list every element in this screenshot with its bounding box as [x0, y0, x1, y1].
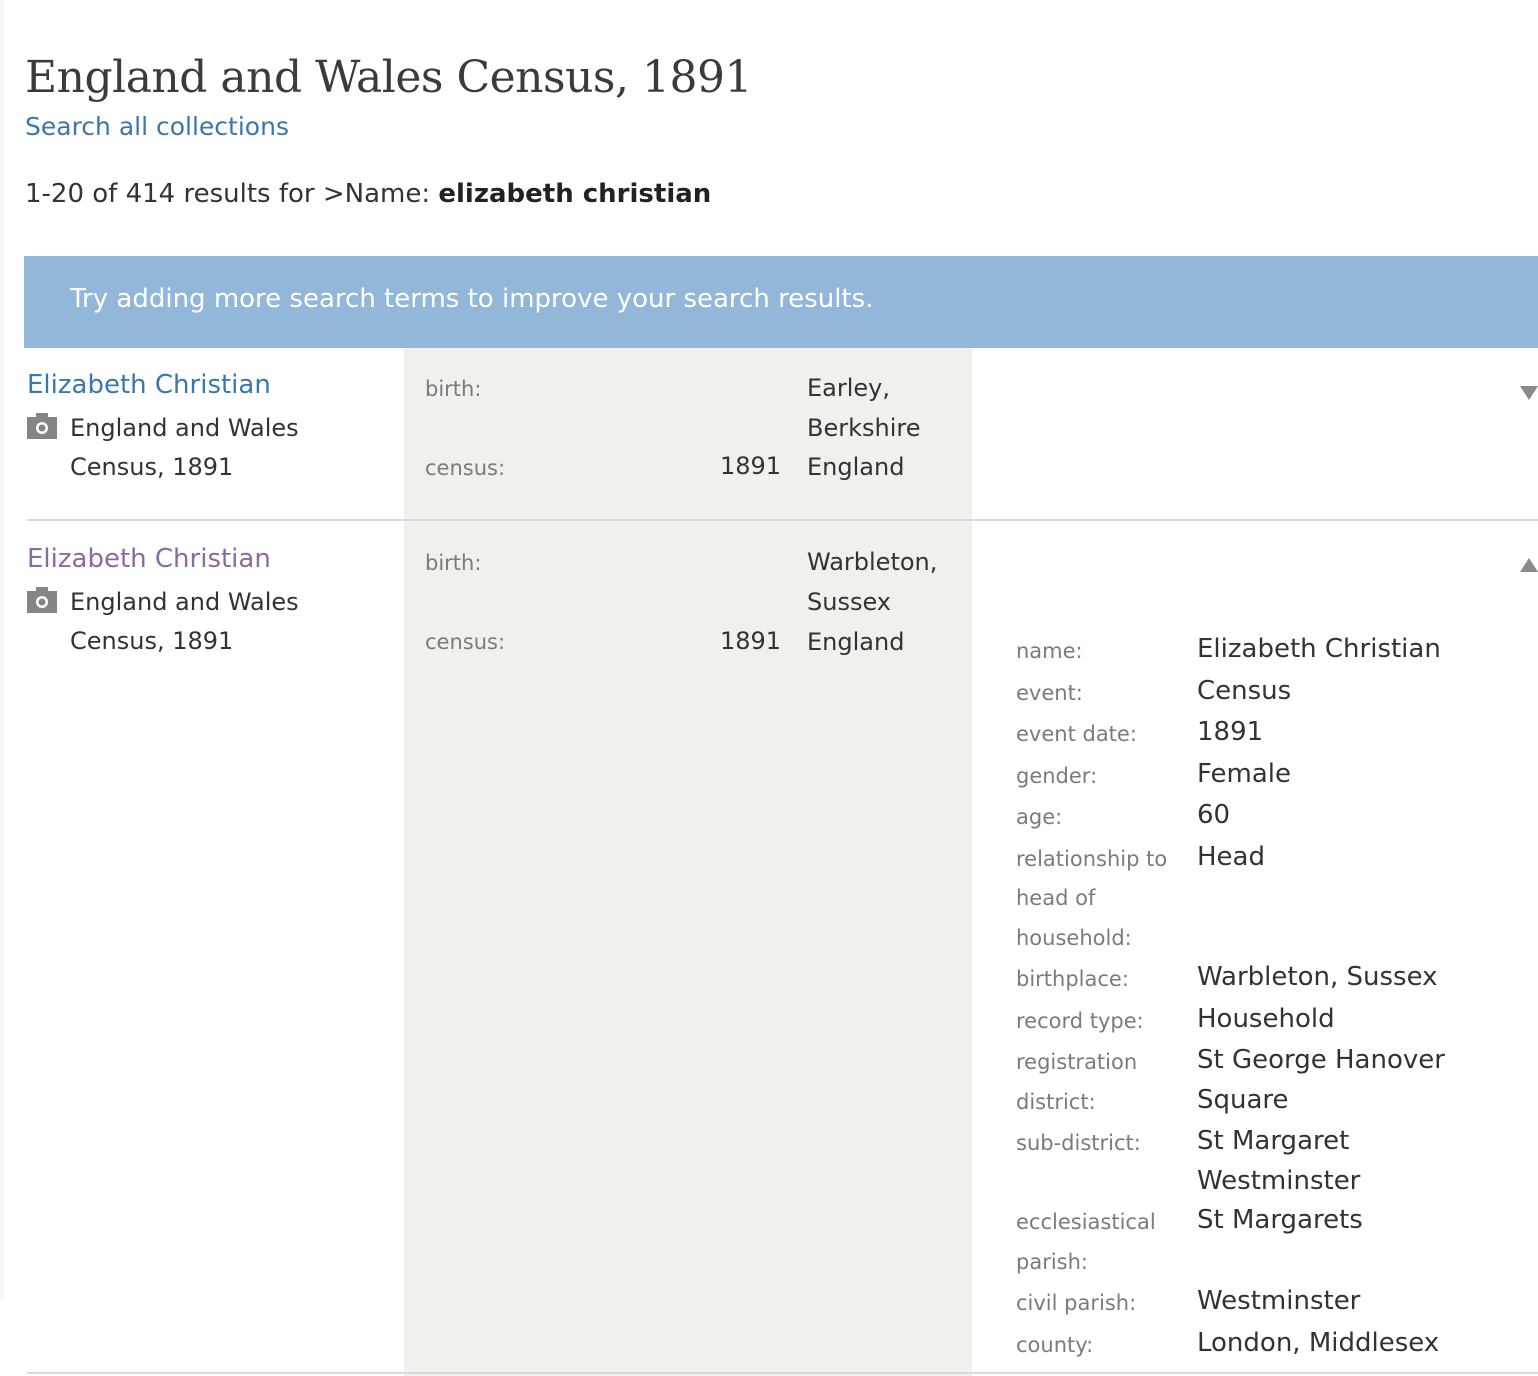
- detail-row-record-type: record type: Household: [1016, 1000, 1516, 1042]
- detail-value: Westminster: [1197, 1286, 1361, 1316]
- detail-value: St George Hanover Square: [1197, 1045, 1445, 1115]
- birth-place-line: Earley,: [807, 374, 891, 402]
- record-details: name: Elizabeth Christian event: Census …: [1016, 630, 1516, 1365]
- detail-value: St Margarets: [1197, 1205, 1363, 1235]
- census-place: England: [807, 453, 905, 481]
- detail-row-civil-parish: civil parish: Westminster: [1016, 1282, 1516, 1324]
- collection-line: Census, 1891: [70, 453, 234, 481]
- census-label: census:: [425, 456, 506, 480]
- birth-place: Earley, Berkshire: [807, 369, 967, 448]
- detail-label: event:: [1016, 680, 1083, 705]
- left-edge: [0, 0, 4, 1300]
- detail-label: event date:: [1016, 722, 1137, 746]
- census-year: 1891: [720, 627, 782, 655]
- search-all-collections-link[interactable]: Search all collections: [25, 112, 289, 141]
- row-divider: [27, 1372, 1538, 1374]
- chevron-up-icon[interactable]: [1518, 556, 1538, 574]
- detail-value: 1891: [1197, 717, 1264, 747]
- row-divider: [27, 519, 1538, 521]
- collection-line: England and Wales: [70, 414, 299, 442]
- census-year: 1891: [720, 452, 782, 480]
- detail-row-event-date: event date: 1891: [1016, 713, 1516, 755]
- result-2-name-link[interactable]: Elizabeth Christian: [27, 544, 271, 574]
- birth-label: birth:: [425, 377, 482, 401]
- detail-row-registration-district: registration district: St George Hanover…: [1016, 1041, 1516, 1122]
- birth-label: birth:: [425, 551, 482, 575]
- detail-value: London, Middlesex: [1197, 1327, 1440, 1358]
- detail-value: Census: [1197, 675, 1292, 706]
- birth-place-line: Sussex: [807, 587, 891, 616]
- detail-row-age: age: 60: [1016, 796, 1516, 838]
- search-tip-banner: Try adding more search terms to improve …: [24, 256, 1538, 348]
- detail-label: age:: [1016, 805, 1063, 829]
- detail-row-county: county: London, Middlesex: [1016, 1324, 1516, 1366]
- detail-value: St Margaret Westminster: [1197, 1126, 1361, 1196]
- detail-row-ecclesiastical-parish: ecclesiastical parish: St Margarets: [1016, 1201, 1516, 1282]
- results-summary: 1-20 of 414 results for >Name: elizabeth…: [25, 179, 711, 209]
- detail-value: Household: [1197, 1003, 1335, 1034]
- detail-label: civil parish:: [1016, 1291, 1137, 1315]
- result-1-collection: England and Wales Census, 1891: [70, 409, 390, 487]
- collection-line: Census, 1891: [70, 627, 234, 655]
- results-count-text: 1-20 of 414 results for >Name:: [25, 179, 439, 209]
- census-place: England: [807, 628, 905, 656]
- detail-label: county:: [1016, 1332, 1094, 1357]
- detail-label: gender:: [1016, 763, 1098, 788]
- detail-label: record type:: [1016, 1008, 1144, 1033]
- detail-row-name: name: Elizabeth Christian: [1016, 630, 1516, 672]
- detail-value: Female: [1197, 758, 1292, 789]
- detail-label: sub-district:: [1016, 1131, 1141, 1155]
- result-1-name-link[interactable]: Elizabeth Christian: [27, 370, 271, 400]
- collection-line: England and Wales: [70, 588, 299, 616]
- detail-label: registration district:: [1016, 1050, 1138, 1114]
- page-title: England and Wales Census, 1891: [25, 52, 752, 103]
- detail-label: ecclesiastical parish:: [1016, 1210, 1156, 1274]
- birth-place: Warbleton, Sussex: [807, 543, 967, 622]
- results-query: elizabeth christian: [438, 179, 712, 209]
- result-2-collection: England and Wales Census, 1891: [70, 583, 390, 661]
- detail-row-gender: gender: Female: [1016, 755, 1516, 797]
- detail-row-birthplace: birthplace: Warbleton, Sussex: [1016, 958, 1516, 1000]
- detail-row-relationship: relationship to head of household: Head: [1016, 838, 1516, 959]
- page: England and Wales Census, 1891 Search al…: [0, 0, 1538, 1376]
- detail-value: Head: [1197, 841, 1265, 872]
- chevron-down-icon[interactable]: [1518, 384, 1538, 402]
- detail-row-sub-district: sub-district: St Margaret Westminster: [1016, 1122, 1516, 1201]
- census-label: census:: [425, 630, 506, 654]
- search-tip-text: Try adding more search terms to improve …: [70, 284, 874, 314]
- detail-label: name:: [1016, 639, 1083, 663]
- birth-place-line: Warbleton,: [807, 548, 938, 576]
- detail-value: Warbleton, Sussex: [1197, 962, 1438, 992]
- detail-label: birthplace:: [1016, 967, 1129, 991]
- detail-value: Elizabeth Christian: [1197, 634, 1441, 664]
- birth-place-line: Berkshire: [807, 413, 921, 442]
- camera-icon: [27, 413, 57, 439]
- camera-icon: [27, 587, 57, 613]
- detail-row-event: event: Census: [1016, 672, 1516, 714]
- detail-value: 60: [1197, 800, 1231, 830]
- detail-label: relationship to head of household:: [1016, 846, 1168, 950]
